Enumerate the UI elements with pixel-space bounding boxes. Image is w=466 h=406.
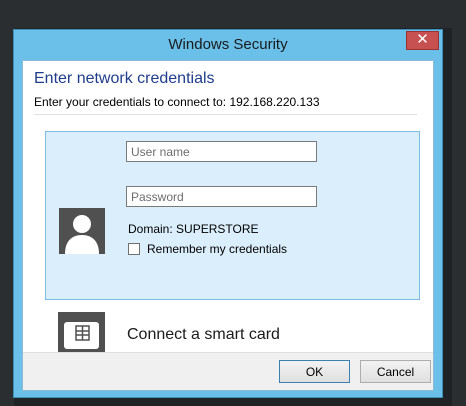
close-button[interactable]: ✕ [406, 31, 439, 50]
password-input[interactable] [126, 186, 317, 207]
desktop-background [0, 0, 466, 28]
close-icon: ✕ [416, 31, 429, 48]
remember-credentials-checkbox[interactable] [128, 243, 140, 255]
windows-security-dialog: Windows Security ✕ Enter network credent… [13, 29, 443, 398]
header-separator [34, 114, 417, 115]
title-bar[interactable]: Windows Security ✕ [14, 30, 442, 60]
dialog-heading: Enter network credentials [34, 70, 215, 87]
dialog-body: Enter network credentials Enter your cre… [22, 60, 434, 391]
ok-button[interactable]: OK [279, 360, 350, 383]
smart-card-label: Connect a smart card [127, 326, 280, 343]
desktop-background-left [0, 0, 14, 406]
desktop-background-right [452, 0, 466, 406]
cancel-button[interactable]: Cancel [360, 360, 431, 383]
credential-tile[interactable]: Domain: SUPERSTORE Remember my credentia… [45, 131, 420, 300]
window-title: Windows Security [168, 36, 288, 53]
user-avatar-icon [59, 208, 105, 254]
remember-credentials-label[interactable]: Remember my credentials [147, 242, 287, 256]
button-bar: OK Cancel [23, 352, 433, 390]
dialog-subheading: Enter your credentials to connect to: 19… [34, 95, 320, 109]
username-input[interactable] [126, 141, 317, 162]
domain-label: Domain: SUPERSTORE [128, 222, 259, 236]
